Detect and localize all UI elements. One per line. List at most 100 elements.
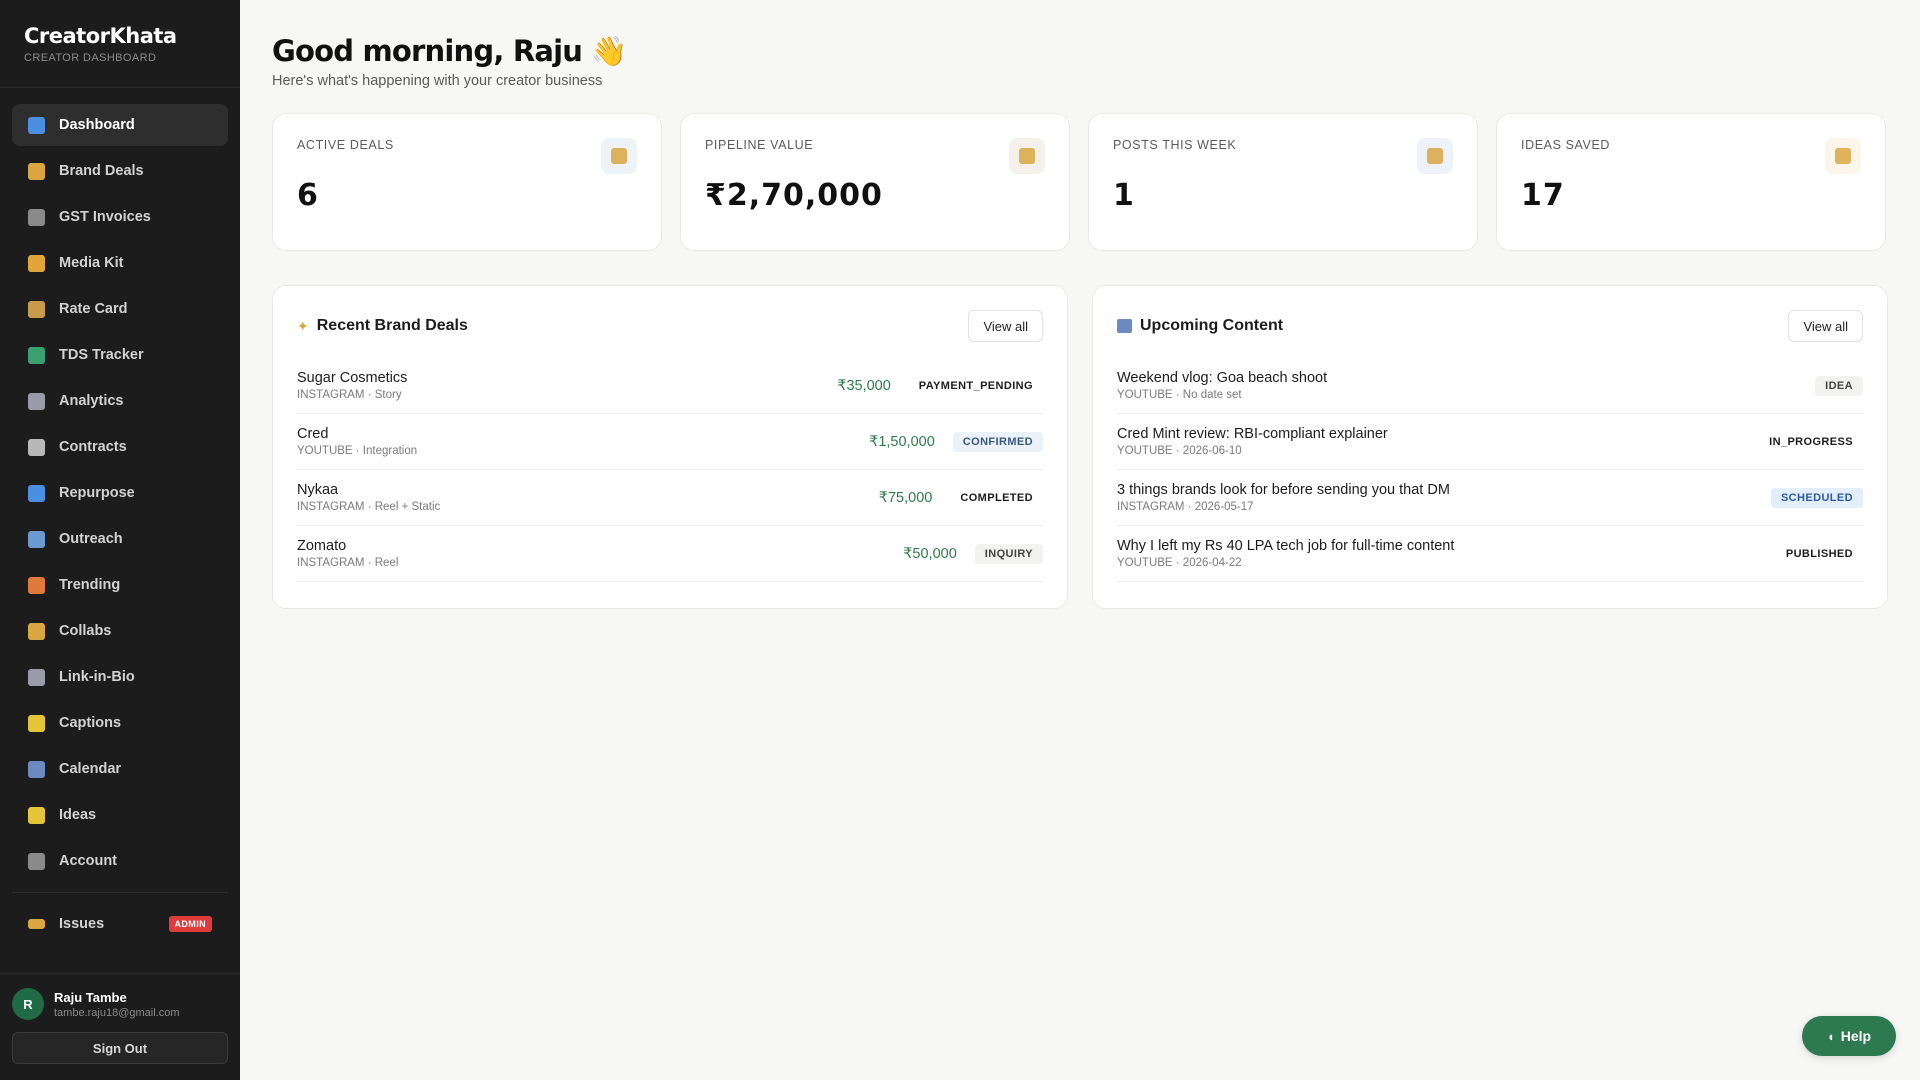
sidebar-item-label: Trending — [59, 577, 121, 593]
status-badge: PUBLISHED — [1785, 547, 1853, 560]
handshake-icon — [601, 138, 637, 174]
content-meta: YOUTUBE · 2026-04-22 — [1117, 557, 1242, 569]
status-badge: CONFIRMED — [952, 431, 1043, 452]
deal-row[interactable]: Nykaa INSTAGRAM · Reel + Static ₹75,000 COM… — [297, 470, 1043, 526]
panel-title: Recent Brand Deals — [316, 317, 468, 334]
stat-value: 17 — [1521, 178, 1565, 213]
deal-meta: INSTAGRAM · Reel — [297, 557, 399, 569]
receipt-icon — [28, 208, 45, 226]
user-profile[interactable]: R Raju Tambe tambe.raju18@gmail.com — [12, 988, 228, 1020]
sidebar: CreatorKhata CREATOR DASHBOARD Dashboard… — [0, 0, 240, 1080]
sidebar-item-account[interactable]: Account — [12, 840, 228, 882]
status-badge: SCHEDULED — [1770, 487, 1863, 508]
admin-badge: ADMIN — [168, 916, 212, 932]
sidebar-item-label: Brand Deals — [59, 163, 144, 179]
sign-out-button[interactable]: Sign Out — [12, 1032, 228, 1064]
deal-amount: ₹35,000 — [837, 377, 891, 394]
deal-meta: INSTAGRAM · Reel + Static — [297, 501, 441, 513]
fire-icon — [28, 576, 45, 594]
stat-card: IDEAS SAVED 17 — [1496, 113, 1886, 251]
deal-brand-name: Sugar Cosmetics — [297, 370, 408, 386]
sidebar-item-label: Rate Card — [59, 301, 128, 317]
deal-meta: INSTAGRAM · Story — [297, 389, 402, 401]
deal-row[interactable]: Zomato INSTAGRAM · Reel ₹50,000 INQUIRY — [297, 526, 1043, 582]
page-title: Good morning, Raju 👋 — [272, 34, 628, 68]
calendar-icon — [1417, 138, 1453, 174]
content-title: Weekend vlog: Goa beach shoot — [1117, 370, 1328, 386]
sidebar-item-outreach[interactable]: Outreach — [12, 518, 228, 560]
sidebar-item-contracts[interactable]: Contracts — [12, 426, 228, 468]
sidebar-item-captions[interactable]: Captions — [12, 702, 228, 744]
sidebar-item-label: Captions — [59, 715, 122, 731]
handshake-icon — [28, 622, 45, 640]
sidebar-item-trending[interactable]: Trending — [12, 564, 228, 606]
deal-brand-name: Cred — [297, 426, 329, 442]
envelope-icon — [28, 530, 45, 548]
brand-logo[interactable]: CreatorKhata — [24, 24, 216, 48]
upcoming-content-panel: Upcoming Content View all Weekend vlog: … — [1092, 285, 1888, 609]
content-row[interactable]: Weekend vlog: Goa beach shoot YOUTUBE · N… — [1117, 358, 1863, 414]
sidebar-item-media-kit[interactable]: Media Kit — [12, 242, 228, 284]
sidebar-item-label: Calendar — [59, 761, 122, 777]
deal-brand-name: Zomato — [297, 538, 347, 554]
money-bag-icon — [28, 300, 45, 318]
status-badge: COMPLETED — [960, 491, 1033, 504]
sidebar-item-collabs[interactable]: Collabs — [12, 610, 228, 652]
user-area: R Raju Tambe tambe.raju18@gmail.com Sign… — [0, 973, 240, 1080]
folder-icon — [28, 254, 45, 272]
status-badge: INQUIRY — [974, 543, 1043, 564]
sidebar-item-label: Contracts — [59, 439, 127, 455]
sidebar-item-label: Account — [59, 853, 117, 869]
sparkle-icon — [28, 714, 45, 732]
sidebar-item-brand-deals[interactable]: Brand Deals — [12, 150, 228, 192]
deals-view-all-button[interactable]: View all — [968, 310, 1043, 342]
page-subtitle: Here's what's happening with your creato… — [272, 73, 603, 89]
content-list: Weekend vlog: Goa beach shoot YOUTUBE · N… — [1117, 358, 1863, 582]
deals-list: Sugar Cosmetics INSTAGRAM · Story ₹35,000 P… — [297, 358, 1043, 582]
sidebar-item-dashboard[interactable]: Dashboard — [12, 104, 228, 146]
content-view-all-button[interactable]: View all — [1788, 310, 1863, 342]
sidebar-item-issues[interactable]: Issues ADMIN — [12, 903, 228, 945]
sidebar-item-rate-card[interactable]: Rate Card — [12, 288, 228, 330]
status-badge: IN_PROGRESS — [1769, 435, 1853, 448]
sidebar-item-calendar[interactable]: Calendar — [12, 748, 228, 790]
money-wings-icon — [28, 346, 45, 364]
document-icon — [28, 438, 45, 456]
calendar-icon — [1117, 319, 1132, 333]
user-email: tambe.raju18@gmail.com — [54, 1006, 180, 1019]
help-label: Help — [1840, 1028, 1872, 1044]
lightbulb-icon — [1825, 138, 1861, 174]
sidebar-divider — [12, 892, 228, 893]
main-content: Good morning, Raju 👋 Here's what's happe… — [272, 0, 1888, 609]
deal-row[interactable]: Sugar Cosmetics INSTAGRAM · Story ₹35,000 P… — [297, 358, 1043, 414]
content-row[interactable]: Cred Mint review: RBI-compliant explaine… — [1117, 414, 1863, 470]
avatar: R — [12, 988, 44, 1020]
sidebar-item-analytics[interactable]: Analytics — [12, 380, 228, 422]
brand-subtitle: CREATOR DASHBOARD — [24, 52, 157, 64]
content-row[interactable]: 3 things brands look for before sending … — [1117, 470, 1863, 526]
content-meta: INSTAGRAM · 2026-05-17 — [1117, 501, 1254, 513]
sidebar-item-tds-tracker[interactable]: TDS Tracker — [12, 334, 228, 376]
sidebar-item-label: Media Kit — [59, 255, 124, 271]
sidebar-item-link-in-bio[interactable]: Link-in-Bio — [12, 656, 228, 698]
recent-deals-panel: ✦ Recent Brand Deals View all Sugar Cosm… — [272, 285, 1068, 609]
status-badge: IDEA — [1815, 375, 1863, 396]
brand-header: CreatorKhata CREATOR DASHBOARD — [0, 0, 240, 88]
deal-row[interactable]: Cred YOUTUBE · Integration ₹1,50,000 CONFIR… — [297, 414, 1043, 470]
sidebar-item-gst-invoices[interactable]: GST Invoices — [12, 196, 228, 238]
stat-label: ACTIVE DEALS — [297, 138, 394, 152]
lightbulb-icon — [28, 806, 45, 824]
link-icon — [28, 668, 45, 686]
sidebar-item-repurpose[interactable]: Repurpose — [12, 472, 228, 514]
help-button[interactable]: ◖ Help — [1802, 1016, 1896, 1056]
stat-label: PIPELINE VALUE — [705, 138, 814, 152]
content-meta: YOUTUBE · No date set — [1117, 389, 1242, 401]
repeat-icon — [28, 484, 45, 502]
deal-amount: ₹1,50,000 — [869, 433, 935, 450]
content-title: 3 things brands look for before sending … — [1117, 482, 1450, 498]
content-meta: YOUTUBE · 2026-06-10 — [1117, 445, 1242, 457]
panel-title: Upcoming Content — [1140, 317, 1284, 334]
content-row[interactable]: Why I left my Rs 40 LPA tech job for ful… — [1117, 526, 1863, 582]
stat-value: 6 — [297, 178, 319, 213]
sidebar-item-ideas[interactable]: Ideas — [12, 794, 228, 836]
